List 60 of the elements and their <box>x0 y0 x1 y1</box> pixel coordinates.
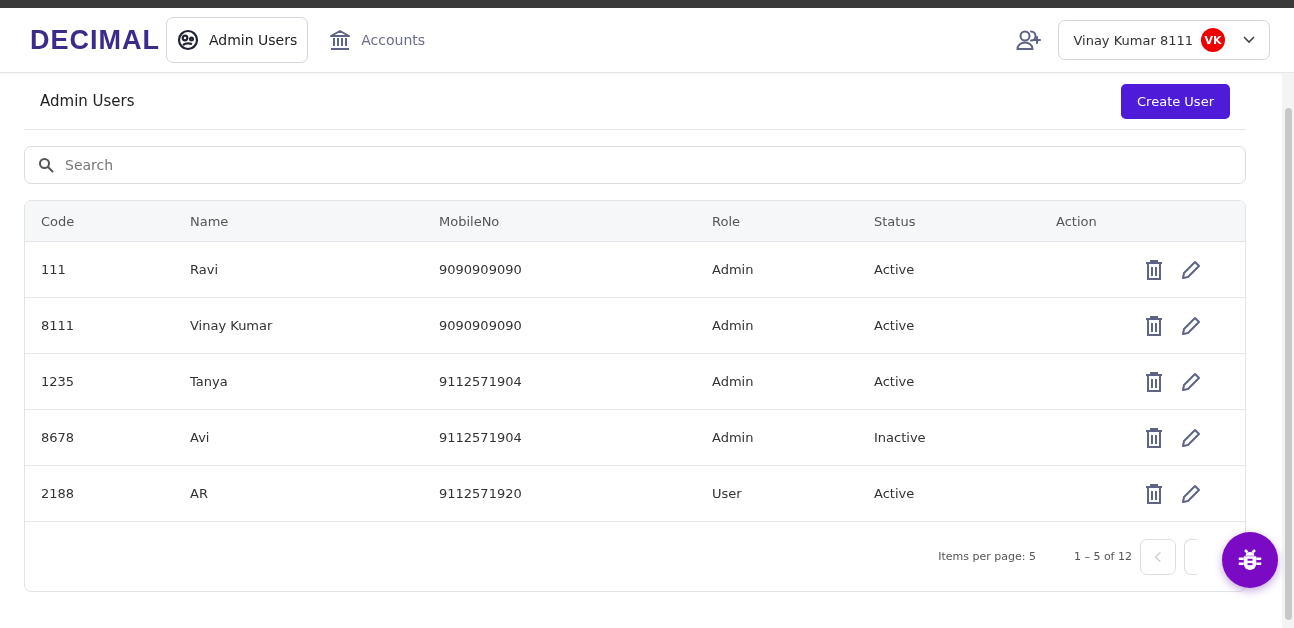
chevron-left-icon <box>1154 549 1162 564</box>
add-user-icon[interactable] <box>1016 29 1043 51</box>
edit-icon[interactable] <box>1181 483 1201 504</box>
bug-report-button[interactable] <box>1222 532 1278 588</box>
table-cell-text: 8111 <box>41 318 76 333</box>
page-range-label: 1 – 5 of 12 <box>1073 550 1132 563</box>
chevron-down-icon <box>1243 36 1255 44</box>
edit-icon[interactable] <box>1181 371 1201 392</box>
column-header: Action <box>1056 213 1098 229</box>
page-title: Admin Users <box>40 92 135 110</box>
delete-icon[interactable] <box>1145 259 1163 280</box>
table-cell-text: 9112571904 <box>439 374 523 389</box>
table-cell-text: 9090909090 <box>439 318 523 333</box>
table-cell-text: AR <box>190 486 209 501</box>
delete-icon[interactable] <box>1145 427 1163 448</box>
table-cell-text: Active <box>874 374 916 389</box>
column-header: MobileNo <box>439 213 501 229</box>
edit-icon[interactable] <box>1181 259 1201 280</box>
table-cell-text: 8678 <box>41 430 76 445</box>
table-cell-text: Admin <box>712 374 755 389</box>
table-cell-text: Vinay Kumar <box>190 318 274 333</box>
table-cell-text: 9112571920 <box>439 486 523 501</box>
table-cell-text: Admin <box>712 262 755 277</box>
table-cell-text: Active <box>874 318 916 333</box>
column-header: Code <box>41 213 76 229</box>
table-cell-text: Ravi <box>190 262 220 277</box>
table-cell-text: Avi <box>190 430 211 445</box>
column-header: Name <box>190 213 230 229</box>
table-cell-text: Active <box>874 486 916 501</box>
column-header: Role <box>712 213 741 229</box>
scrollbar-thumb[interactable] <box>1285 108 1292 620</box>
table-cell-text: Admin <box>712 318 755 333</box>
search-field[interactable]: Search <box>24 146 1246 184</box>
nav-tab[interactable]: Admin Users <box>166 17 309 63</box>
edit-icon[interactable] <box>1181 427 1201 448</box>
create-user-button[interactable]: Create User <box>1121 83 1230 119</box>
delete-icon[interactable] <box>1145 483 1163 504</box>
table-cell-text: Active <box>874 262 916 277</box>
scrollbar[interactable] <box>1282 73 1294 628</box>
table-cell-text: Inactive <box>874 430 927 445</box>
search-icon <box>38 157 54 173</box>
user-menu-button[interactable]: Vinay Kumar 8111 VK <box>1058 20 1270 60</box>
table-cell-text: 2188 <box>41 486 76 501</box>
table-cell-text: Tanya <box>190 374 229 389</box>
edit-icon[interactable] <box>1181 315 1201 336</box>
table-cell-text: Admin <box>712 430 755 445</box>
items-per-page-label: Items per page: 5 <box>938 550 1036 563</box>
delete-icon[interactable] <box>1145 371 1163 392</box>
avatar: VK <box>1201 28 1225 52</box>
table-cell-text: 9112571904 <box>439 430 523 445</box>
table-cell-text: 1235 <box>41 374 76 389</box>
nav-tab[interactable]: Accounts <box>318 17 437 63</box>
face-icon <box>177 29 199 51</box>
table-cell-text: 9090909090 <box>439 262 523 277</box>
bank-icon <box>329 29 352 51</box>
table-cell-text: 111 <box>41 262 67 277</box>
column-header: Status <box>874 213 917 229</box>
delete-icon[interactable] <box>1145 315 1163 336</box>
table-cell-text: User <box>712 486 743 501</box>
logo: DECIMAL <box>30 24 160 56</box>
